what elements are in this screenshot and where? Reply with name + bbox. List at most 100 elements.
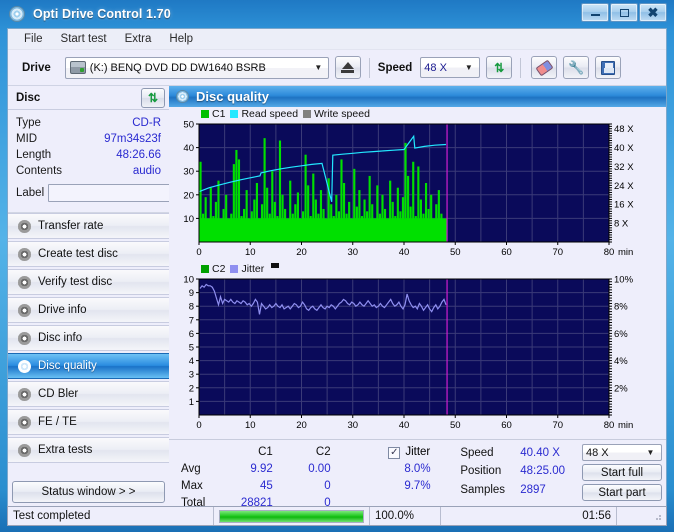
svg-text:60: 60 (501, 247, 512, 258)
sidebar-item-label: Extra tests (38, 444, 93, 456)
chevron-down-icon: ▼ (314, 63, 323, 72)
maximize-button[interactable] (610, 3, 638, 22)
jitter-checkbox[interactable]: ✓ (388, 446, 401, 459)
disc-label-row: Label (16, 183, 251, 203)
legend-label: Write speed (314, 107, 370, 120)
sidebar-item-create-test-disc[interactable]: Create test disc (8, 241, 169, 267)
disc-panel-header: Disc ⇅ (8, 86, 169, 110)
svg-text:10%: 10% (614, 275, 634, 286)
test-speed-select[interactable]: 48 X ▼ (582, 444, 662, 461)
table-header-row: C1 C2 ✓ Jitter (175, 445, 444, 460)
sidebar-item-extra-tests[interactable]: Extra tests (8, 437, 169, 463)
legend-swatch (303, 109, 312, 118)
status-window-wrap: Status window > > (8, 477, 169, 503)
sidebar-item-label: Disc quality (38, 360, 97, 372)
sidebar-item-drive-info[interactable]: Drive info (8, 297, 169, 323)
svg-text:8%: 8% (614, 302, 628, 313)
menu-item-start-test[interactable]: Start test (53, 32, 115, 46)
disc-info-value: 97m34s23f (104, 133, 161, 145)
svg-text:70: 70 (552, 420, 563, 431)
disc-info-key: Length (16, 149, 52, 161)
eraser-icon (535, 59, 554, 76)
svg-text:7: 7 (189, 315, 194, 326)
sidebar-item-transfer-rate[interactable]: Transfer rate (8, 213, 169, 239)
label-samples: Samples (460, 484, 506, 497)
chart-c2-jitter[interactable]: 1 2 3 4 5 6 7 8 9 10 2% 4% 6% 8% 10% 0 10 20 30 40 50 60 70 80 m… (171, 275, 664, 435)
table-row: Speed 40.40 X (454, 445, 576, 462)
disc-refresh-button[interactable]: ⇅ (141, 87, 165, 108)
disc-info-key: Contents (16, 165, 63, 177)
svg-text:40: 40 (399, 247, 410, 258)
disc-icon (18, 275, 31, 289)
menu-bar: File Start test Extra Help (8, 29, 666, 50)
sidebar-item-disc-quality[interactable]: Disc quality (8, 353, 169, 379)
right-panel: Disc quality C1 Read speed Write speed 1… (169, 86, 666, 509)
start-full-button[interactable]: Start full (582, 464, 662, 481)
speed-select-value: 48 X (424, 61, 447, 74)
disc-icon (18, 387, 31, 401)
svg-text:8: 8 (189, 302, 194, 313)
start-part-button[interactable]: Start part (582, 484, 662, 501)
legend-label: Read speed (241, 107, 299, 120)
row-label-avg: Avg (181, 463, 201, 475)
table-row: Position 48:25.00 (454, 464, 576, 481)
disc-info-value: 48:26.66 (116, 149, 161, 161)
minimize-button[interactable] (581, 3, 609, 22)
label-position: Position (460, 465, 502, 478)
svg-text:70: 70 (552, 247, 563, 258)
table-row: Max 45 0 9.7% (175, 479, 444, 494)
sidebar-item-cd-bler[interactable]: CD Bler (8, 381, 169, 407)
client-area: File Start test Extra Help Drive (K:) BE… (7, 28, 667, 522)
disc-icon (18, 415, 31, 429)
toolbar-divider-2 (520, 57, 522, 78)
disc-info-row-type: Type CD-R (16, 115, 161, 131)
disc-icon (176, 90, 189, 103)
sidebar-item-disc-info[interactable]: Disc info (8, 325, 169, 351)
svg-text:50: 50 (183, 120, 194, 131)
wrench-icon: 🔧 (568, 60, 585, 75)
legend-swatch (230, 109, 239, 118)
save-button[interactable] (595, 56, 622, 79)
svg-text:40 X: 40 X (614, 143, 634, 154)
cell-avg-jitter: 8.0% (404, 463, 431, 475)
toolbar: Drive (K:) BENQ DVD DD DW1640 BSRB ▼ Spe… (8, 50, 666, 86)
disc-icon (18, 443, 31, 457)
status-bar: Test completed 100.0% 01:56 (7, 506, 667, 526)
svg-text:8 X: 8 X (614, 219, 629, 230)
svg-text:30: 30 (347, 247, 358, 258)
svg-text:0: 0 (196, 420, 201, 431)
value-speed: 40.40 X (520, 446, 560, 459)
window-title: Opti Drive Control 1.70 (33, 7, 171, 21)
svg-text:48 X: 48 X (614, 124, 634, 135)
svg-text:3: 3 (189, 370, 194, 381)
progress-percent: 100.0% (375, 510, 415, 522)
menu-item-extra[interactable]: Extra (117, 32, 160, 46)
legend-item-write-speed: Write speed (303, 108, 370, 120)
sidebar-item-label: Create test disc (38, 248, 118, 260)
cell-avg-c2: 0.00 (308, 463, 331, 475)
status-window-button[interactable]: Status window > > (12, 481, 165, 503)
sidebar-item-fe-te[interactable]: FE / TE (8, 409, 169, 435)
menu-item-file[interactable]: File (16, 32, 51, 46)
svg-text:50: 50 (450, 420, 461, 431)
close-button[interactable]: ✖ (639, 3, 667, 22)
eject-button[interactable] (334, 56, 361, 79)
svg-text:4: 4 (189, 356, 194, 367)
refresh-button[interactable]: ⇅ (486, 56, 513, 79)
erase-button[interactable] (531, 56, 558, 79)
resize-grip[interactable] (652, 511, 662, 521)
sidebar-item-label: CD Bler (38, 388, 79, 400)
chart-c1-readspeed[interactable]: 10 20 30 40 50 8 X 16 X 24 X 32 X 40 X 48 X 0 10 20 30… (171, 120, 664, 260)
svg-text:10: 10 (183, 214, 194, 225)
app-window: Opti Drive Control 1.70 ✖ File Start tes… (0, 0, 674, 532)
disc-info-row-contents: Contents audio (16, 163, 161, 179)
drive-select[interactable]: (K:) BENQ DVD DD DW1640 BSRB ▼ (64, 56, 329, 79)
settings-button[interactable]: 🔧 (563, 56, 590, 79)
app-disc-icon (9, 5, 26, 23)
error-stats-table: C1 C2 ✓ Jitter Avg 9.92 0.00 8.0% Max 45… (173, 443, 446, 513)
menu-item-help[interactable]: Help (161, 32, 201, 46)
speed-select[interactable]: 48 X ▼ (420, 57, 481, 78)
chevron-down-icon: ▼ (464, 63, 473, 72)
sidebar-item-verify-test-disc[interactable]: Verify test disc (8, 269, 169, 295)
elapsed-time: 01:56 (582, 510, 611, 522)
